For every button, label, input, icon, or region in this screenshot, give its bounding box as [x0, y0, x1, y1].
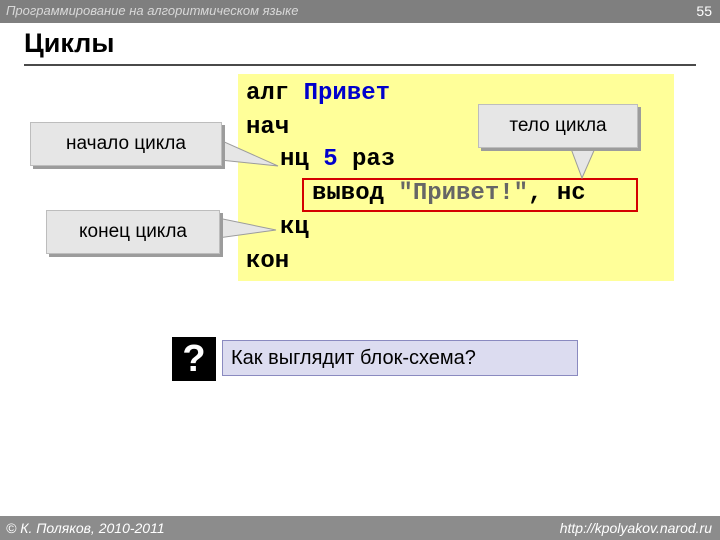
question-mark-icon: ?	[172, 337, 216, 381]
copyright: © К. Поляков, 2010-2011	[6, 520, 165, 536]
question-box: Как выглядит блок-схема?	[222, 340, 578, 376]
footer-bar: © К. Поляков, 2010-2011 http://kpolyakov…	[0, 516, 720, 540]
callout-loop-end: конец цикла	[46, 210, 220, 254]
author-link[interactable]: http://kpolyakov.narod.ru	[560, 520, 712, 536]
callout-loop-body: тело цикла	[478, 104, 638, 148]
loop-body-pointer	[569, 145, 597, 180]
callout-loop-start: начало цикла	[30, 122, 222, 166]
callout-pointers	[198, 139, 597, 239]
